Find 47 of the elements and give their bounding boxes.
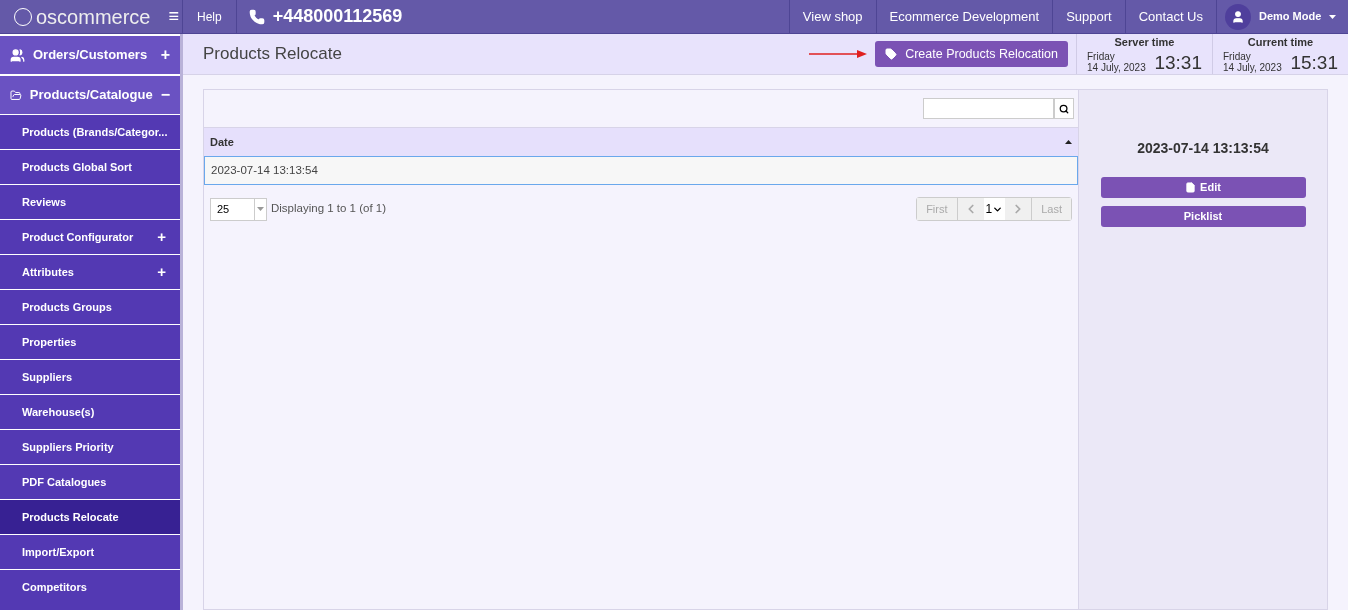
sidebar-group[interactable]: Orders/Customers + (0, 34, 180, 74)
edit-button[interactable]: Edit (1100, 177, 1306, 198)
clock-time: 15:31 (1290, 52, 1338, 73)
clock-label: Server time (1113, 35, 1176, 50)
search-icon (1059, 103, 1069, 114)
create-button[interactable]: Create Products Relocation (875, 41, 1068, 67)
document-icon (1185, 182, 1197, 193)
page-title: Products Relocate (202, 43, 343, 66)
search-field[interactable] (923, 98, 1054, 119)
toggle-icon: + (160, 43, 170, 67)
avatar-icon (1225, 3, 1251, 30)
table-row[interactable]: 2023-07-14 13:13:54 (204, 156, 1078, 185)
logo[interactable]: oscommerce (14, 1, 151, 32)
top-nav-link[interactable]: View shop (788, 0, 876, 33)
users-icon (10, 47, 25, 63)
folder-icon (10, 87, 22, 103)
caret-icon (257, 207, 264, 211)
sidebar-group[interactable]: Products/Catalogue − (0, 74, 180, 114)
caret-icon (1329, 14, 1337, 19)
clock-date: 14 July, 2023 (1087, 61, 1146, 73)
phone-number: +448000112569 (272, 5, 403, 28)
phone-icon (248, 8, 265, 25)
details-title: 2023-07-14 13:13:54 (1137, 139, 1269, 158)
table-cell-text: 2023-07-14 13:13:54 (211, 162, 318, 178)
clock-day: Friday (1223, 50, 1282, 62)
picklist-button[interactable]: Picklist (1100, 206, 1306, 227)
toggle-icon: + (157, 260, 166, 284)
pagination-summary: Displaying 1 to 1 (of 1) (271, 201, 388, 217)
toggle-icon: − (160, 83, 170, 107)
menu-button[interactable]: ≡ (168, 3, 179, 30)
clock-time: 13:31 (1154, 52, 1202, 73)
clock-label: Current time (1246, 35, 1315, 50)
clock-day: Friday (1087, 50, 1146, 62)
sort-icon (1065, 140, 1072, 144)
search-button[interactable] (1054, 98, 1074, 119)
per-page-select[interactable]: 25 (210, 197, 267, 221)
top-nav-link[interactable]: Contact Us (1124, 0, 1216, 33)
tag-icon (885, 48, 898, 60)
group-label: Orders/Customers (33, 46, 149, 65)
toggle-icon: + (157, 225, 166, 249)
clock-date: 14 July, 2023 (1223, 61, 1282, 73)
top-nav-link[interactable]: Ecommerce Development (875, 0, 1053, 33)
help-link[interactable]: Help (183, 0, 237, 33)
group-label: Products/Catalogue (29, 86, 153, 105)
sidebar-item[interactable]: Products Relocate (0, 499, 180, 534)
user-menu[interactable]: Demo Mode (1216, 0, 1348, 33)
top-nav-link[interactable]: Support (1052, 0, 1125, 33)
